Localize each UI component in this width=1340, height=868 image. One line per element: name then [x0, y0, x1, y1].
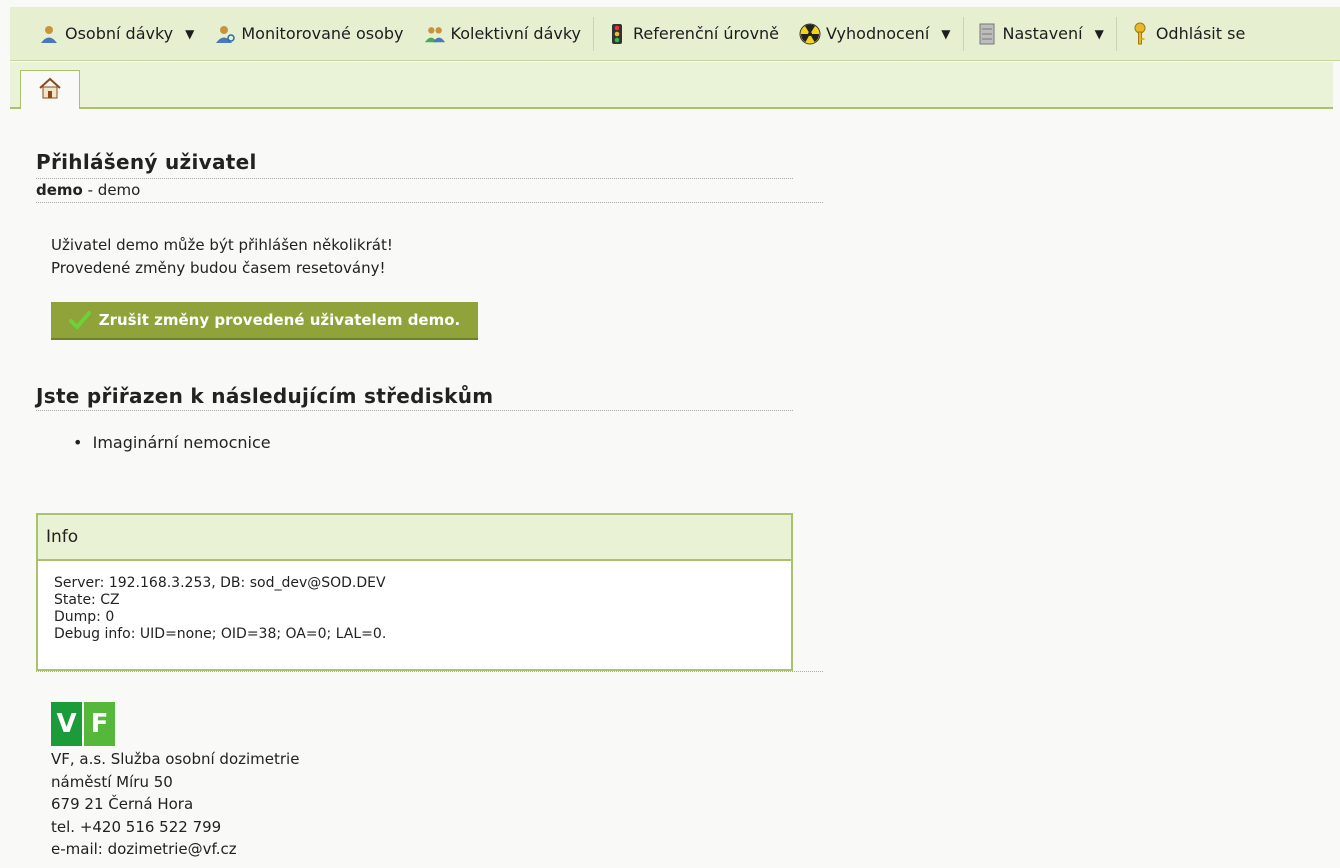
info-server: Server: 192.168.3.253, DB: sod_dev@SOD.D…	[54, 575, 386, 591]
person-search-icon	[214, 23, 236, 45]
vf-logo: V F	[51, 702, 299, 746]
divider	[36, 410, 793, 411]
menu-vyhodnoceni[interactable]: Vyhodnocení ▼	[789, 7, 960, 60]
tab-home[interactable]	[20, 70, 80, 109]
server-icon	[976, 23, 998, 45]
menu-label: Monitorované osoby	[241, 24, 404, 43]
footer-phone: tel. +420 516 522 799	[51, 817, 222, 836]
user-fullname: - demo	[82, 181, 141, 199]
menu-monitorovane-osoby[interactable]: Monitorované osoby	[204, 7, 413, 60]
reset-button-label: Zrušit změny provedené uživatelem demo.	[98, 311, 461, 329]
tab-strip	[10, 62, 1333, 109]
chevron-down-icon[interactable]: ▼	[941, 27, 950, 41]
section-title-user: Přihlášený uživatel	[36, 150, 257, 174]
info-panel-body: Server: 192.168.3.253, DB: sod_dev@SOD.D…	[38, 561, 791, 657]
bullet: •	[73, 433, 93, 452]
divider	[36, 202, 823, 203]
info-panel: Info Server: 192.168.3.253, DB: sod_dev@…	[36, 513, 793, 671]
menu-divider	[1115, 16, 1117, 51]
divider	[36, 671, 823, 672]
menu-label: Odhlásit se	[1155, 24, 1246, 43]
footer-city: 679 21 Černá Hora	[51, 795, 194, 813]
notice-line-2: Provedené změny budou časem resetovány!	[51, 259, 386, 277]
menu-label: Kolektivní dávky	[450, 24, 582, 43]
info-debug: Debug info: UID=none; OID=38; OA=0; LAL=…	[54, 626, 387, 642]
footer: V F VF, a.s. Služba osobní dozimetrie ná…	[51, 702, 299, 861]
logged-user: demo - demo	[36, 181, 140, 199]
checkmark-icon	[68, 311, 91, 329]
divider	[36, 178, 793, 179]
traffic-light-icon	[606, 23, 628, 45]
username: demo	[36, 181, 83, 199]
info-panel-title: Info	[38, 515, 791, 561]
section-title-centers: Jste přiřazen k následujícím střediskům	[36, 384, 494, 408]
menu-referencni-urovne[interactable]: Referenční úrovně	[596, 7, 789, 60]
menu-divider	[962, 16, 964, 51]
chevron-down-icon[interactable]: ▼	[185, 27, 194, 41]
info-dump: Dump: 0	[54, 609, 115, 625]
chevron-down-icon[interactable]: ▼	[1095, 27, 1104, 41]
info-state: State: CZ	[54, 592, 120, 608]
group-icon	[424, 23, 446, 45]
menu-nastaveni[interactable]: Nastavení ▼	[966, 7, 1114, 60]
main-menu: Osobní dávky ▼ Monitorované osoby Kolekt…	[10, 7, 1340, 61]
menu-divider	[593, 16, 595, 51]
menu-label: Osobní dávky	[65, 24, 174, 43]
home-icon	[38, 77, 62, 103]
menu-label: Referenční úrovně	[633, 24, 780, 43]
list-item: • Imaginární nemocnice	[73, 433, 271, 452]
footer-street: náměstí Míru 50	[51, 772, 173, 791]
menu-kolektivni-davky[interactable]: Kolektivní dávky	[414, 7, 592, 60]
key-icon	[1129, 22, 1151, 45]
menu-osobni-davky[interactable]: Osobní dávky ▼	[10, 7, 204, 60]
radiation-icon	[799, 23, 821, 45]
footer-company: VF, a.s. Služba osobní dozimetrie	[51, 750, 300, 768]
menu-odhlasit[interactable]: Odhlásit se	[1119, 7, 1255, 60]
notice-line-1: Uživatel demo může být přihlášen několik…	[51, 236, 393, 254]
menu-label: Vyhodnocení	[826, 24, 930, 43]
center-name: Imaginární nemocnice	[92, 433, 271, 452]
menu-label: Nastavení	[1002, 24, 1083, 43]
footer-email: e-mail: dozimetrie@vf.cz	[51, 840, 237, 858]
person-icon	[38, 23, 60, 45]
reset-demo-changes-button[interactable]: Zrušit změny provedené uživatelem demo.	[51, 302, 478, 340]
